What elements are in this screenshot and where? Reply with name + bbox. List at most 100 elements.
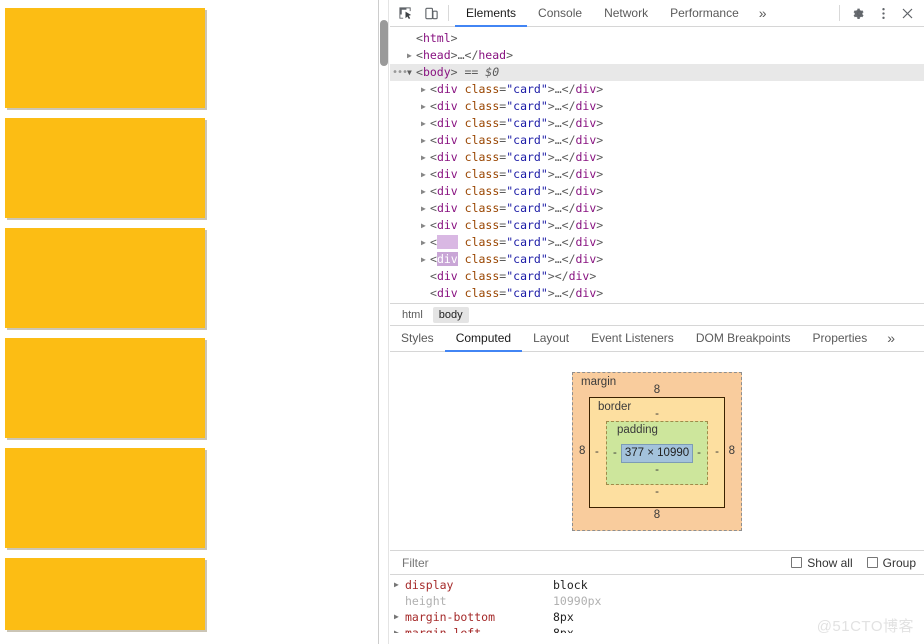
dom-tree-row[interactable]: ▶<div class="card">…</div> (390, 251, 924, 268)
dom-tree-row[interactable]: <html> (390, 30, 924, 47)
dom-token-tag: div (436, 269, 458, 283)
computed-filter-bar: Show all Group (390, 550, 924, 575)
dom-token-punc: > (596, 133, 604, 147)
dom-tree-row[interactable]: ▶<div class="card">…</div> (390, 81, 924, 98)
dom-tree-row[interactable]: <div class="card"></div> (390, 268, 924, 285)
dom-tree-row[interactable]: ▶<div class="card">…</div> (390, 234, 924, 251)
computed-property-row[interactable]: height 10990px (390, 593, 924, 609)
dom-tree-row[interactable]: ▶<div class="card">…</div> (390, 166, 924, 183)
dom-tree-row[interactable]: ▶<div class="card">…</div> (390, 217, 924, 234)
inspect-element-icon[interactable] (394, 2, 416, 24)
border-left-value[interactable]: - (595, 446, 599, 458)
dom-token-tag: div (575, 218, 597, 232)
chevron-right-icon[interactable]: ▶ (421, 217, 430, 234)
dom-token-punc: > (506, 48, 514, 62)
device-toolbar-icon[interactable] (420, 2, 442, 24)
dom-token-punc: </ (464, 48, 479, 62)
tab-layout[interactable]: Layout (522, 326, 580, 352)
property-value: 8px (553, 610, 574, 624)
box-model-border[interactable]: border - - - padding - - 377 × 10990 - - (589, 396, 725, 508)
tab-styles[interactable]: Styles (390, 326, 445, 352)
dom-token-punc: < (430, 82, 437, 96)
show-all-checkbox-box[interactable] (791, 557, 803, 568)
dom-tree-row[interactable]: ••• ▼ <body> == $0 (390, 64, 924, 81)
dom-tree-row[interactable]: ▶<div class="card">…</div> (390, 183, 924, 200)
box-model-padding[interactable]: padding - - 377 × 10990 - (606, 420, 708, 485)
padding-left-value[interactable]: - (613, 447, 617, 459)
computed-property-row[interactable]: ▶ display block (390, 577, 924, 593)
dom-token-punc: < (430, 218, 437, 232)
chevron-right-icon[interactable]: ▶ (394, 609, 405, 625)
dom-token-tag: head (422, 48, 451, 62)
chevron-right-icon[interactable]: ▶ (421, 200, 430, 217)
dom-tree-row[interactable]: ▶<div class="card">…</div> (390, 149, 924, 166)
chevron-right-icon[interactable]: ▶ (421, 98, 430, 115)
dom-tree-row[interactable]: ▶<div class="card">…</div> (390, 115, 924, 132)
dom-tree-row[interactable]: ▶<div class="card">…</div> (390, 132, 924, 149)
dom-token-attr-val: "card" (506, 184, 548, 198)
chevron-right-icon[interactable]: ▶ (421, 115, 430, 132)
border-right-value[interactable]: - (715, 446, 719, 458)
margin-bottom-value[interactable]: 8 (573, 508, 741, 522)
dom-token-punc (458, 235, 465, 249)
more-sidebar-tabs-icon[interactable]: » (878, 326, 904, 352)
margin-right-value[interactable]: 8 (729, 445, 735, 457)
dom-token-tag: div (575, 201, 597, 215)
dom-token-ellip: … (554, 150, 562, 164)
chevron-right-icon[interactable]: ▶ (421, 251, 430, 268)
dom-row-badge-icon[interactable]: ••• (392, 64, 408, 81)
kebab-menu-icon[interactable] (872, 2, 894, 24)
chevron-right-icon[interactable]: ▶ (394, 625, 405, 633)
padding-bottom-value[interactable]: - (607, 463, 707, 477)
tab-properties[interactable]: Properties (802, 326, 879, 352)
tab-elements[interactable]: Elements (455, 0, 528, 27)
box-model-margin[interactable]: margin 8 8 8 border - - - padding - - 37… (572, 371, 742, 531)
tab-computed[interactable]: Computed (444, 326, 523, 352)
breadcrumb-item-body[interactable]: body (432, 306, 469, 323)
tab-network[interactable]: Network (593, 0, 659, 27)
dom-token-punc: > (547, 184, 555, 198)
dom-token-tag: div (575, 184, 597, 198)
chevron-right-icon[interactable]: ▶ (394, 577, 405, 593)
tab-dom-breakpoints[interactable]: DOM Breakpoints (685, 326, 802, 352)
chevron-right-icon[interactable]: ▶ (421, 234, 430, 251)
computed-property-row[interactable]: ▶ margin-left 8px (390, 625, 924, 633)
group-checkbox-box[interactable] (866, 557, 878, 568)
chevron-right-icon[interactable]: ▶ (421, 166, 430, 183)
dom-token-punc: > (596, 201, 604, 215)
chevron-down-icon[interactable]: ▼ (407, 64, 416, 81)
gear-icon[interactable] (848, 2, 870, 24)
computed-properties-list[interactable]: ▶ display block height 10990px ▶ margin-bottom… (390, 575, 924, 633)
dom-tree-row[interactable]: ▶<div class="card">…</div> (390, 200, 924, 217)
page-scrollbar-track[interactable] (379, 0, 389, 644)
dom-token-punc: == (457, 65, 486, 79)
breadcrumb-item-html[interactable]: html (396, 307, 429, 323)
close-icon[interactable] (896, 2, 918, 24)
dom-tree[interactable]: <html> ▶ <head>…</head> ••• ▼ <body> == $0 ▶ <d… (390, 27, 924, 303)
margin-left-value[interactable]: 8 (579, 445, 585, 457)
padding-right-value[interactable]: - (697, 447, 701, 459)
dom-tree-row[interactable]: ▶<div class="card">…</div> (390, 98, 924, 115)
chevron-right-icon[interactable]: ▶ (421, 81, 430, 98)
dom-token-tag: div (436, 116, 458, 130)
box-model-content-size[interactable]: 377 × 10990 (621, 443, 693, 463)
chevron-right-icon[interactable]: ▶ (421, 132, 430, 149)
tab-console[interactable]: Console (527, 0, 593, 27)
tab-performance[interactable]: Performance (659, 0, 750, 27)
computed-property-row[interactable]: ▶ margin-bottom 8px (390, 609, 924, 625)
dom-tree-row[interactable]: ▶ <head>…</head> (390, 47, 924, 64)
filter-input[interactable] (400, 554, 778, 571)
dom-tree-row[interactable]: <div class="card">…</div> (390, 285, 924, 302)
dom-token-tag: div (575, 167, 597, 181)
more-tabs-icon[interactable]: » (750, 0, 776, 27)
group-checkbox[interactable]: Group (866, 556, 916, 570)
chevron-right-icon[interactable]: ▶ (421, 149, 430, 166)
chevron-right-icon[interactable]: ▶ (407, 47, 416, 64)
chevron-right-icon[interactable]: ▶ (421, 183, 430, 200)
dom-token-punc: > (547, 82, 555, 96)
border-bottom-value[interactable]: - (590, 485, 724, 499)
tab-event-listeners[interactable]: Event Listeners (580, 326, 685, 352)
show-all-checkbox[interactable]: Show all (791, 555, 853, 570)
show-all-label: Show all (807, 555, 853, 570)
page-scrollbar-thumb[interactable] (380, 20, 388, 66)
